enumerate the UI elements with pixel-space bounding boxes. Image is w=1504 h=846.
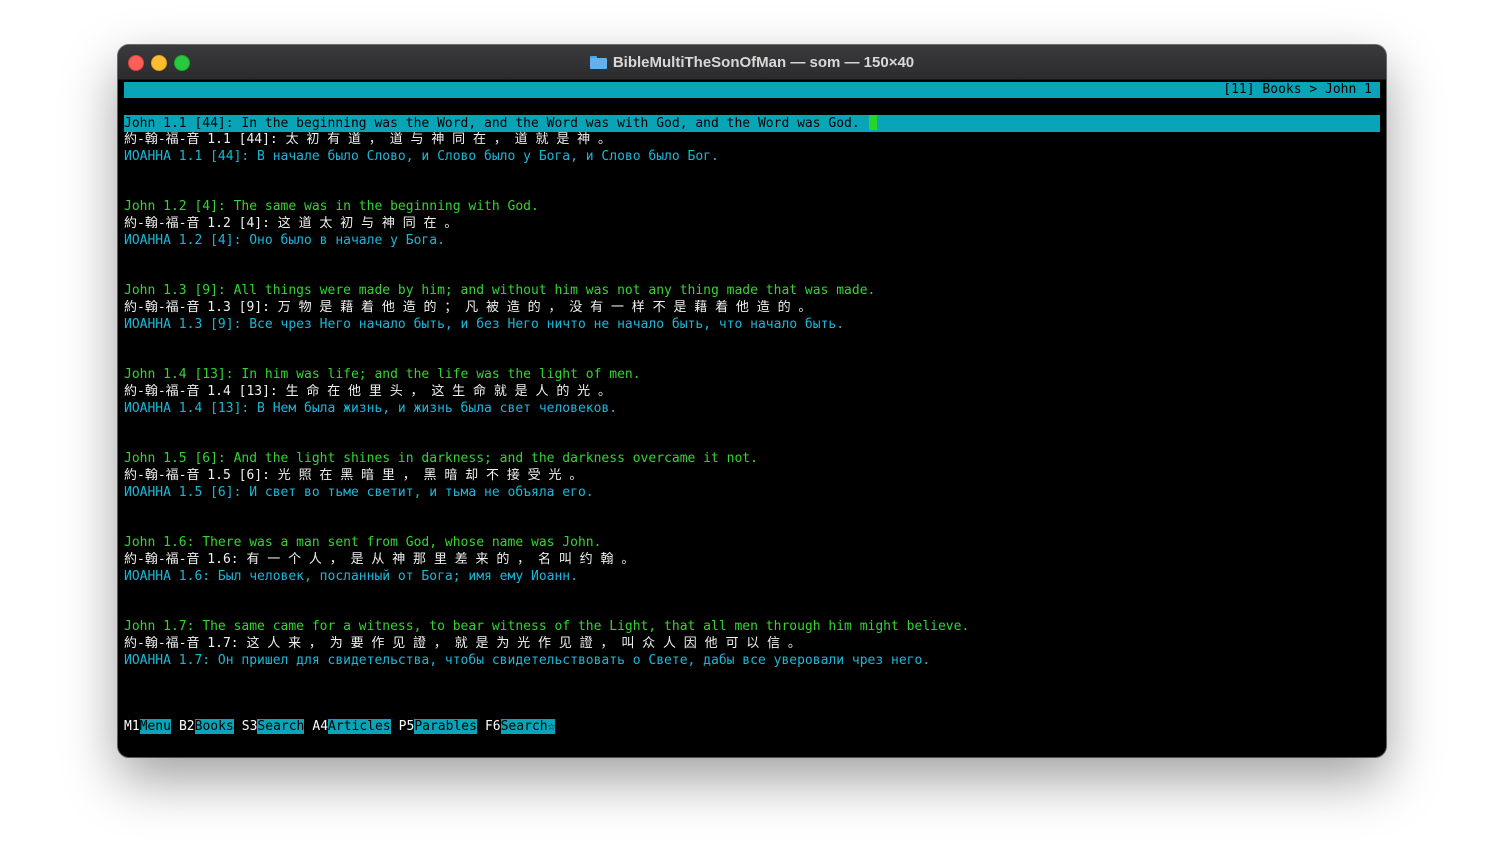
terminal-window: BibleMultiTheSonOfMan — som — 150×40 [11… bbox=[118, 45, 1386, 757]
verse-chinese: 約-翰-福-音 1.2 [4]: 这 道 太 初 与 神 同 在 。 bbox=[124, 215, 458, 231]
fn-articles-button[interactable]: A4Articles bbox=[312, 718, 391, 735]
fn-key: P5 bbox=[398, 719, 415, 734]
fn-search-button[interactable]: S3Search bbox=[242, 718, 305, 735]
fn-label: Search☆ bbox=[500, 719, 556, 734]
verse-russian: ИОАННА 1.7: Он пришел для свидетельства,… bbox=[124, 652, 931, 668]
fn-label: Books bbox=[194, 719, 234, 734]
verse-russian: ИОАННА 1.5 [6]: И свет во тьме светит, и… bbox=[124, 484, 594, 500]
verse-russian: ИОАННА 1.4 [13]: В Нем была жизнь, и жиз… bbox=[124, 400, 618, 416]
title-bar[interactable]: BibleMultiTheSonOfMan — som — 150×40 bbox=[118, 45, 1386, 80]
fn-label: Articles bbox=[328, 719, 391, 734]
verse-item[interactable]: John 1.6: There was a man sent from God,… bbox=[124, 535, 1380, 619]
folder-icon bbox=[589, 55, 607, 69]
fn-key: M1 bbox=[124, 719, 140, 734]
verse-english: John 1.5 [6]: And the light shines in da… bbox=[124, 451, 758, 466]
fn-label: Menu bbox=[139, 719, 171, 734]
verse-chinese: 約-翰-福-音 1.4 [13]: 生 命 在 他 里 头 ， 这 生 命 就 … bbox=[124, 383, 611, 399]
fn-label: Search bbox=[257, 719, 305, 734]
function-key-bar: M1Menu B2Books S3Search A4Articles P5Par… bbox=[124, 718, 556, 735]
verse-english: John 1.4 [13]: In him was life; and the … bbox=[124, 367, 641, 382]
verse-item[interactable]: John 1.2 [4]: The same was in the beginn… bbox=[124, 199, 1380, 283]
window-title: BibleMultiTheSonOfMan — som — 150×40 bbox=[612, 53, 915, 71]
verse-chinese: 約-翰-福-音 1.1 [44]: 太 初 有 道 ， 道 与 神 同 在 ， … bbox=[124, 131, 611, 147]
window-title-group: BibleMultiTheSonOfMan — som — 150×40 bbox=[118, 45, 1386, 79]
breadcrumb: [11] Books > John 1 bbox=[1223, 82, 1372, 97]
verse-item[interactable]: John 1.5 [6]: And the light shines in da… bbox=[124, 451, 1380, 535]
verse-item[interactable]: John 1.3 [9]: All things were made by hi… bbox=[124, 283, 1380, 367]
text-cursor bbox=[868, 115, 877, 130]
fn-books-button[interactable]: B2Books bbox=[179, 718, 234, 735]
fn-label: Parables bbox=[414, 719, 477, 734]
verse-chinese: 約-翰-福-音 1.6: 有 一 个 人 ， 是 从 神 那 里 差 来 的 ，… bbox=[124, 551, 635, 567]
verse-english: John 1.1 [44]: In the beginning was the … bbox=[124, 115, 1380, 132]
fn-key: B2 bbox=[178, 719, 195, 734]
verse-chinese: 約-翰-福-音 1.3 [9]: 万 物 是 藉 着 他 造 的 ； 凡 被 造… bbox=[124, 299, 812, 315]
verse-english: John 1.3 [9]: All things were made by hi… bbox=[124, 283, 876, 298]
fn-menu-button[interactable]: M1Menu bbox=[124, 718, 171, 735]
verse-item-selected[interactable]: John 1.1 [44]: In the beginning was the … bbox=[124, 115, 1380, 199]
verse-english: John 1.7: The same came for a witness, t… bbox=[124, 619, 970, 634]
verse-item[interactable]: John 1.7: The same came for a witness, t… bbox=[124, 619, 1380, 703]
fn-parables-button[interactable]: P5Parables bbox=[399, 718, 477, 735]
verse-item[interactable]: John 1.4 [13]: In him was life; and the … bbox=[124, 367, 1380, 451]
fn-key: F6 bbox=[484, 719, 501, 734]
verse-english-text: John 1.1 [44]: In the beginning was the … bbox=[124, 116, 860, 131]
verse-list: John 1.1 [44]: In the beginning was the … bbox=[124, 115, 1380, 703]
verse-russian: ИОАННА 1.1 [44]: В начале было Слово, и … bbox=[124, 148, 719, 164]
verse-english: John 1.2 [4]: The same was in the beginn… bbox=[124, 199, 539, 214]
verse-russian: ИОАННА 1.3 [9]: Все чрез Него начало быт… bbox=[124, 316, 845, 332]
verse-russian: ИОАННА 1.6: Был человек, посланный от Бо… bbox=[124, 568, 578, 584]
verse-chinese: 約-翰-福-音 1.7: 这 人 来 ， 为 要 作 见 證 ， 就 是 为 光… bbox=[124, 635, 801, 651]
verse-english: John 1.6: There was a man sent from God,… bbox=[124, 535, 602, 550]
status-bar: [11] Books > John 1 bbox=[124, 82, 1380, 98]
verse-russian: ИОАННА 1.2 [4]: Оно было в начале у Бога… bbox=[124, 232, 445, 248]
fn-key: A4 bbox=[312, 719, 329, 734]
fn-search-star-button[interactable]: F6Search☆ bbox=[484, 718, 556, 735]
fn-key: S3 bbox=[241, 719, 258, 734]
verse-chinese: 約-翰-福-音 1.5 [6]: 光 照 在 黑 暗 里 ， 黑 暗 却 不 接… bbox=[124, 467, 583, 483]
